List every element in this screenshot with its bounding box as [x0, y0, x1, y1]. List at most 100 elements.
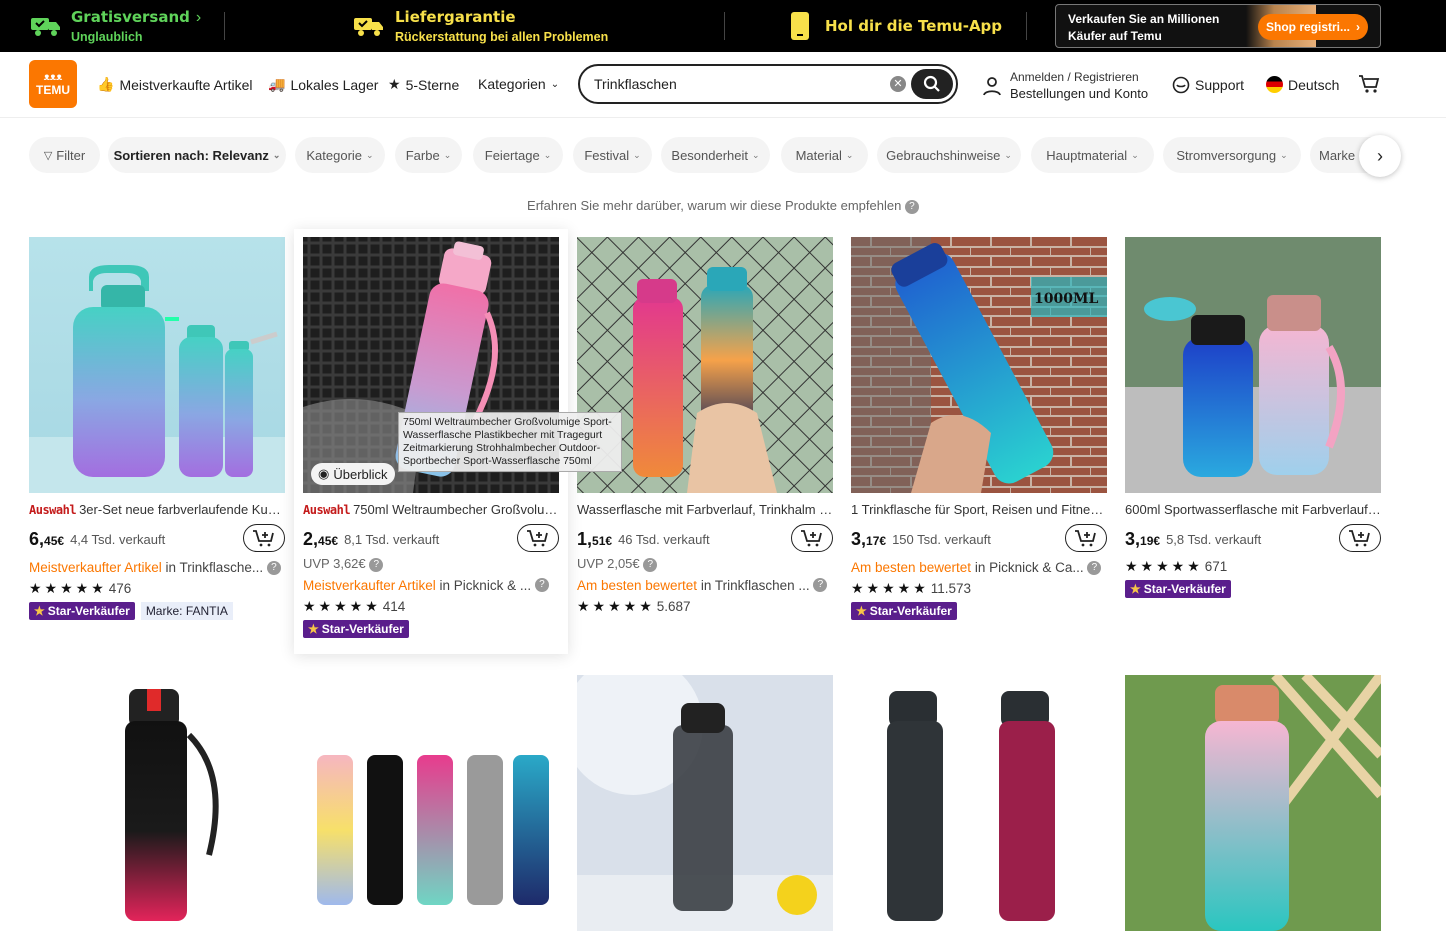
- sold-count: 150 Tsd. verkauft: [892, 531, 991, 547]
- filter-usage[interactable]: Gebrauchshinweise ⌄: [877, 137, 1021, 173]
- seller-line2: Käufer auf Temu: [1068, 29, 1162, 43]
- volume-label: 1000ML: [1034, 291, 1099, 307]
- product-card[interactable]: [29, 675, 285, 931]
- filter-color[interactable]: Farbe ⌄: [395, 137, 462, 173]
- sold-count: 5,8 Tsd. verkauft: [1166, 531, 1262, 547]
- help-icon: ?: [904, 199, 919, 214]
- help-icon: ?: [369, 557, 384, 572]
- filter-bar: ▽ Filter Sortieren nach: Relevanz ⌄ Katego…: [29, 137, 1409, 173]
- ranking-label[interactable]: Meistverkaufter Artikel in Picknick & ..…: [303, 578, 559, 593]
- filter-scroll-right-button[interactable]: ›: [1359, 135, 1401, 177]
- phone-icon: [791, 12, 809, 40]
- nav-five-stars[interactable]: ★ 5-Sterne: [388, 76, 459, 93]
- star-seller-badge: ★ Star-Verkäufer: [1125, 580, 1231, 598]
- eye-icon: ◉: [318, 466, 330, 481]
- sold-count: 8,1 Tsd. verkauft: [344, 531, 440, 547]
- product-price: 3,17€: [851, 528, 887, 549]
- nav-categories[interactable]: Kategorien ⌄: [478, 76, 559, 92]
- ranking-label[interactable]: Am besten bewertet in Picknick & Ca... ?: [851, 560, 1107, 575]
- seller-line1: Verkaufen Sie an Millionen: [1068, 12, 1220, 26]
- add-to-cart-button[interactable]: [517, 524, 559, 552]
- thumbs-up-icon: 👍: [97, 76, 115, 92]
- product-card[interactable]: 1000ML 1 Trinkflasche für Sport, Reisen …: [851, 237, 1107, 620]
- account-menu[interactable]: Anmelden / Registrieren Bestellungen und…: [982, 70, 1148, 101]
- product-title[interactable]: 1 Trinkflasche für Sport, Reisen und Fit…: [851, 502, 1107, 517]
- product-card[interactable]: [851, 675, 1107, 931]
- filter-holidays[interactable]: Feiertage ⌄: [473, 137, 563, 173]
- free-shipping-promo[interactable]: Gratisversand Unglaublich ›: [30, 0, 201, 52]
- delivery-guarantee-promo[interactable]: Liefergarantie Rückerstattung bei allen …: [353, 0, 608, 52]
- product-image[interactable]: [29, 675, 285, 931]
- search-input[interactable]: [594, 74, 884, 94]
- search-button[interactable]: [911, 69, 953, 99]
- divider: [724, 12, 725, 40]
- product-card[interactable]: 600ml Sportwasserflasche mit Farbverlauf…: [1125, 237, 1381, 598]
- user-icon: [983, 76, 1001, 95]
- clear-search-icon[interactable]: ✕: [890, 76, 906, 92]
- app-promo[interactable]: Hol dir die Temu-App: [789, 0, 1002, 52]
- add-to-cart-button[interactable]: [791, 524, 833, 552]
- nav-local-warehouse[interactable]: 🚚 Lokales Lager: [268, 76, 378, 93]
- guarantee-title: Liefergarantie: [395, 8, 516, 26]
- product-card[interactable]: [577, 675, 833, 931]
- product-image[interactable]: [577, 675, 833, 931]
- product-image[interactable]: 1000ML: [851, 237, 1107, 493]
- product-title[interactable]: Wasserflasche mit Farbverlauf, Trinkhalm…: [577, 502, 833, 517]
- app-title: Hol dir die Temu-App: [825, 17, 1003, 35]
- filter-material[interactable]: Material ⌄: [781, 137, 868, 173]
- filter-power[interactable]: Stromversorgung ⌄: [1163, 137, 1301, 173]
- truck-check-icon: [354, 18, 383, 36]
- filter-festival[interactable]: Festival ⌄: [573, 137, 652, 173]
- recommendation-info[interactable]: Erfahren Sie mehr darüber, warum wir die…: [0, 198, 1446, 214]
- search-bar: ✕: [578, 64, 958, 104]
- ranking-label[interactable]: Am besten bewertet in Trinkflaschen ... …: [577, 578, 833, 593]
- product-price: 3,19€: [1125, 528, 1161, 549]
- truck-icon: 🚚: [268, 76, 286, 92]
- product-title[interactable]: 600ml Sportwasserflasche mit Farbverlauf…: [1125, 502, 1381, 517]
- chevron-right-icon: ›: [195, 9, 202, 26]
- filter-feature[interactable]: Besonderheit ⌄: [661, 137, 770, 173]
- product-image[interactable]: [303, 675, 559, 931]
- product-image[interactable]: [1125, 675, 1381, 931]
- temu-logo[interactable]: ᴥᴥᴥ TEMU: [29, 60, 77, 108]
- shop-register-button[interactable]: Shop registri... ›: [1258, 14, 1368, 40]
- product-card[interactable]: [1125, 675, 1381, 931]
- title-tooltip: 750ml Weltraumbecher Großvolumige Sport-…: [398, 412, 622, 472]
- filter-button[interactable]: ▽ Filter: [29, 137, 100, 173]
- product-price: 1,51€: [577, 528, 613, 549]
- seller-banner[interactable]: Verkaufen Sie an Millionen Käufer auf Te…: [1055, 4, 1381, 48]
- filter-main-material[interactable]: Hauptmaterial ⌄: [1031, 137, 1154, 173]
- rating-stars: ★★★★★ 414: [303, 597, 406, 614]
- chevron-right-icon: ›: [1377, 145, 1383, 166]
- product-image[interactable]: [1125, 237, 1381, 493]
- nav-bestsellers[interactable]: 👍 Meistverkaufte Artikel: [97, 76, 253, 93]
- main-header: ᴥᴥᴥ TEMU 👍 Meistverkaufte Artikel 🚚 Lokale…: [0, 52, 1446, 118]
- product-title[interactable]: Auswahl 3er-Set neue farbverlaufende Kuns…: [29, 502, 285, 517]
- add-to-cart-button[interactable]: [1339, 524, 1381, 552]
- add-to-cart-button[interactable]: [1065, 524, 1107, 552]
- product-title[interactable]: Auswahl 750ml Weltraumbecher Großvolum...: [303, 502, 559, 517]
- add-cart-icon: [801, 530, 822, 547]
- free-shipping-sub: Unglaublich: [71, 30, 143, 44]
- help-icon: ?: [534, 578, 549, 593]
- rating-stars: ★★★★★ 671: [1125, 558, 1228, 574]
- sold-count: 4,4 Tsd. verkauft: [70, 531, 166, 547]
- product-image[interactable]: [29, 237, 285, 493]
- ranking-label[interactable]: Meistverkaufter Artikel in Trinkflasche.…: [29, 560, 285, 575]
- add-to-cart-button[interactable]: [243, 524, 285, 552]
- overview-button[interactable]: ◉ Überblick: [311, 463, 395, 485]
- product-card-hovered[interactable]: ◉ Überblick 750ml Weltraumbecher Großvolu…: [294, 229, 622, 654]
- sort-dropdown[interactable]: Sortieren nach: Relevanz ⌄: [108, 137, 286, 173]
- product-card[interactable]: Auswahl 3er-Set neue farbverlaufende Kuns…: [29, 237, 285, 620]
- support-link[interactable]: Support: [1172, 76, 1244, 94]
- brand-badge[interactable]: Marke: FANTIA: [140, 602, 233, 620]
- product-card[interactable]: [303, 675, 559, 931]
- filter-category[interactable]: Kategorie ⌄: [295, 137, 385, 173]
- filter-icon: ▽: [43, 149, 53, 162]
- truck-icon: [31, 18, 60, 36]
- add-cart-icon: [253, 530, 274, 547]
- cart-button[interactable]: [1358, 74, 1380, 94]
- language-selector[interactable]: Deutsch: [1266, 76, 1339, 93]
- product-image[interactable]: [851, 675, 1107, 931]
- divider: [224, 12, 225, 40]
